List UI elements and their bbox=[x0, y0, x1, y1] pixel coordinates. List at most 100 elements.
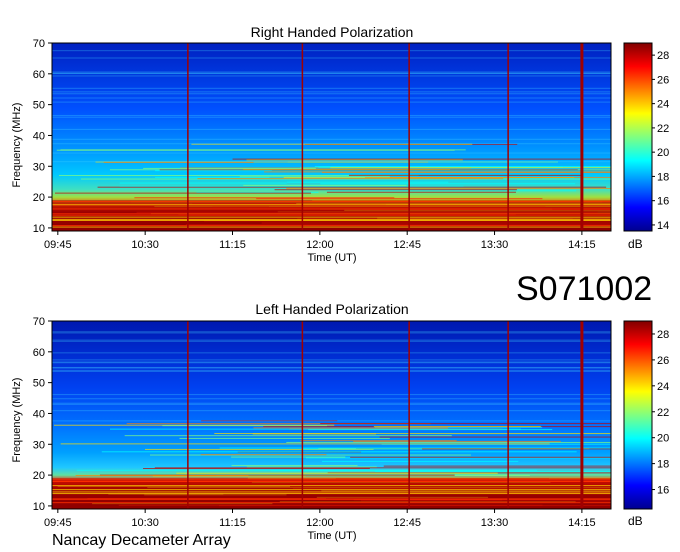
y-tick-label: 60 bbox=[33, 347, 45, 359]
low-frequency-line bbox=[52, 213, 611, 215]
narrowband-line bbox=[55, 192, 312, 194]
left-polarization-colorbar-unit: dB bbox=[628, 514, 643, 528]
narrowband-line bbox=[197, 178, 504, 180]
narrowband-line bbox=[52, 91, 611, 93]
x-tick-label: 14:15 bbox=[568, 517, 596, 529]
narrowband-line bbox=[52, 359, 611, 361]
right-polarization-spectrogram bbox=[51, 42, 612, 232]
y-tick-label: 10 bbox=[33, 501, 45, 513]
low-frequency-line bbox=[52, 491, 611, 493]
colorbar-tick-label: 22 bbox=[657, 407, 669, 419]
y-tick-label: 60 bbox=[33, 69, 45, 81]
narrowband-line bbox=[52, 369, 611, 371]
y-tick-label: 50 bbox=[33, 378, 45, 390]
colorbar-tick-label: 20 bbox=[657, 147, 669, 159]
narrowband-line bbox=[321, 171, 611, 173]
narrowband-line bbox=[364, 176, 611, 178]
colorbar-tick-label: 16 bbox=[657, 485, 669, 497]
left-polarization-ylabel: Frequency (MHz) bbox=[11, 378, 23, 463]
low-frequency-line bbox=[52, 204, 611, 206]
narrowband-line bbox=[52, 72, 611, 74]
narrowband-line bbox=[52, 410, 611, 412]
narrowband-line bbox=[52, 332, 611, 334]
colorbar-tick-label: 22 bbox=[657, 123, 669, 135]
narrowband-line bbox=[286, 441, 611, 443]
y-tick-label: 70 bbox=[33, 316, 45, 328]
narrowband-line bbox=[52, 370, 611, 372]
narrowband-line bbox=[231, 465, 358, 467]
low-frequency-line bbox=[52, 218, 611, 220]
narrowband-line bbox=[383, 465, 611, 467]
colorbar-tick-label: 16 bbox=[657, 196, 669, 208]
narrowband-line bbox=[326, 190, 577, 192]
y-tick-label: 40 bbox=[33, 408, 45, 420]
low-frequency-line bbox=[52, 200, 611, 202]
narrowband-line bbox=[119, 182, 287, 184]
x-tick-label: 12:00 bbox=[306, 239, 334, 251]
narrowband-line bbox=[253, 427, 449, 429]
narrowband-line bbox=[52, 97, 611, 99]
narrowband-line bbox=[52, 420, 611, 422]
right-polarization-ylabel: Frequency (MHz) bbox=[11, 103, 23, 188]
narrowband-line bbox=[314, 165, 611, 167]
x-tick-label: 10:30 bbox=[131, 517, 159, 529]
x-tick-label: 09:45 bbox=[44, 517, 72, 529]
colorbar-tick-label: 26 bbox=[657, 355, 669, 367]
colorbar-gradient bbox=[623, 320, 653, 510]
x-tick-label: 12:45 bbox=[393, 239, 421, 251]
right-polarization-x-ticks: 09:45 10:30 11:15 12:00 12:45 13:30 14:15 bbox=[44, 231, 596, 251]
narrowband-line bbox=[301, 448, 423, 450]
left-polarization-panel: Left Handed Polarization 09:45 10:30 11:15… bbox=[11, 301, 669, 542]
x-tick-label: 11:15 bbox=[219, 517, 246, 529]
narrowband-line bbox=[219, 447, 611, 449]
narrowband-line bbox=[52, 152, 611, 154]
narrowband-line bbox=[52, 398, 611, 400]
narrowband-line bbox=[320, 183, 576, 185]
right-polarization-xlabel: Time (UT) bbox=[307, 252, 356, 264]
low-frequency-line bbox=[52, 225, 611, 227]
low-frequency-line bbox=[52, 493, 611, 495]
narrowband-line bbox=[379, 436, 611, 438]
x-tick-label: 12:45 bbox=[393, 517, 421, 529]
narrowband-line bbox=[52, 71, 611, 73]
narrowband-line bbox=[252, 433, 377, 435]
narrowband-line bbox=[75, 474, 249, 476]
low-frequency-line bbox=[52, 498, 611, 500]
y-tick-label: 40 bbox=[33, 130, 45, 142]
narrowband-line bbox=[143, 468, 370, 470]
narrowband-line bbox=[52, 394, 611, 396]
left-polarization-colorbar: 16 18 20 22 24 26 28 bbox=[623, 320, 669, 510]
narrowband-line bbox=[155, 170, 611, 172]
low-frequency-line bbox=[52, 485, 611, 487]
narrowband-line bbox=[176, 472, 498, 474]
narrowband-line bbox=[52, 143, 611, 145]
x-tick-label: 11:15 bbox=[219, 239, 246, 251]
narrowband-line bbox=[231, 456, 346, 458]
narrowband-line bbox=[320, 423, 611, 425]
narrowband-line bbox=[52, 93, 611, 95]
narrowband-line bbox=[300, 440, 457, 442]
y-tick-label: 20 bbox=[33, 470, 45, 482]
y-tick-label: 10 bbox=[33, 223, 45, 235]
narrowband-line bbox=[348, 174, 582, 176]
narrowband-line bbox=[52, 161, 611, 163]
x-tick-label: 09:45 bbox=[44, 239, 72, 251]
low-frequency-line bbox=[52, 489, 611, 491]
narrowband-line bbox=[52, 352, 611, 354]
narrowband-line bbox=[60, 443, 550, 445]
narrowband-line bbox=[330, 167, 611, 169]
narrowband-line bbox=[232, 158, 611, 160]
narrowband-line bbox=[52, 367, 611, 369]
narrowband-line bbox=[134, 197, 395, 199]
low-frequency-line bbox=[52, 214, 611, 216]
colorbar-tick-label: 26 bbox=[657, 74, 669, 86]
y-tick-label: 70 bbox=[33, 38, 45, 50]
right-polarization-panel: Right Handed Polarization 09:45 10:30 11:1… bbox=[11, 24, 669, 264]
narrowband-line bbox=[143, 167, 316, 169]
x-tick-label: 12:00 bbox=[306, 517, 334, 529]
colorbar-tick-label: 20 bbox=[657, 433, 669, 445]
narrowband-line bbox=[52, 57, 611, 59]
left-polarization-xlabel: Time (UT) bbox=[307, 530, 356, 542]
y-tick-label: 30 bbox=[33, 161, 45, 173]
low-frequency-line bbox=[52, 226, 611, 228]
